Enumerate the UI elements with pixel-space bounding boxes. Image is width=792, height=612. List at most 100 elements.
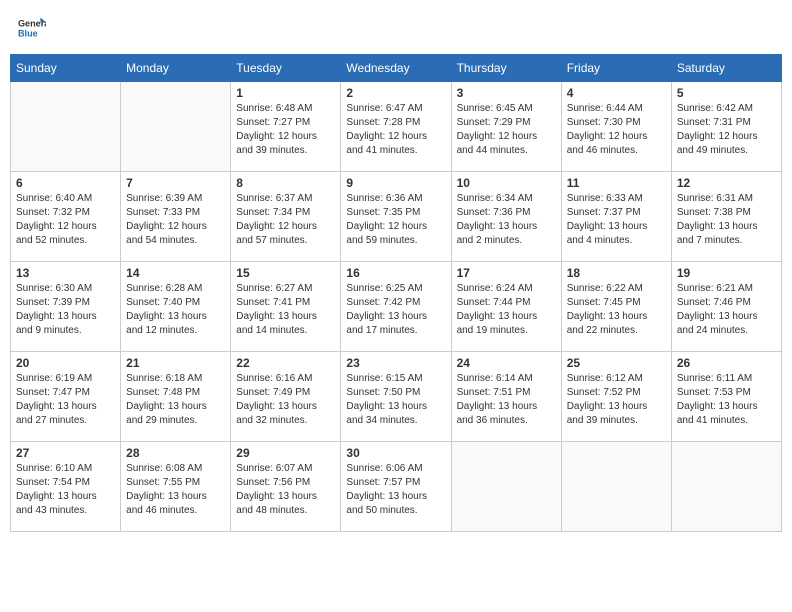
calendar-cell: 28 Sunrise: 6:08 AMSunset: 7:55 PMDayligh…	[121, 442, 231, 532]
day-detail: Sunrise: 6:12 AMSunset: 7:52 PMDaylight:…	[567, 372, 666, 428]
calendar-cell: 30Sunrise: 6:06 AMSunset: 7:57 PMDayligh…	[341, 442, 451, 532]
day-number: 30	[346, 446, 445, 460]
logo: General Blue	[18, 14, 48, 42]
day-number: 26	[677, 356, 776, 370]
calendar-cell: 15 Sunrise: 6:27 AMSunset: 7:41 PMDayligh…	[231, 262, 341, 352]
calendar-cell: 2 Sunrise: 6:47 AMSunset: 7:28 PMDaylight…	[341, 82, 451, 172]
logo-icon: General Blue	[18, 14, 46, 42]
day-number: 18	[567, 266, 666, 280]
day-number: 14	[126, 266, 225, 280]
calendar-cell	[11, 82, 121, 172]
calendar-week-row: 1 Sunrise: 6:48 AMSunset: 7:27 PMDaylight…	[11, 82, 782, 172]
calendar-cell	[121, 82, 231, 172]
calendar-cell: 20Sunrise: 6:19 AMSunset: 7:47 PMDayligh…	[11, 352, 121, 442]
day-number: 23	[346, 356, 445, 370]
day-number: 13	[16, 266, 115, 280]
calendar-header-row: SundayMondayTuesdayWednesdayThursdayFrid…	[11, 55, 782, 82]
column-header-friday: Friday	[561, 55, 671, 82]
calendar-week-row: 6 Sunrise: 6:40 AMSunset: 7:32 PMDaylight…	[11, 172, 782, 262]
day-detail: Sunrise: 6:15 AMSunset: 7:50 PMDaylight:…	[346, 372, 445, 428]
day-number: 28	[126, 446, 225, 460]
day-number: 21	[126, 356, 225, 370]
calendar-cell: 26 Sunrise: 6:11 AMSunset: 7:53 PMDayligh…	[671, 352, 781, 442]
calendar-cell: 29 Sunrise: 6:07 AMSunset: 7:56 PMDayligh…	[231, 442, 341, 532]
day-detail: Sunrise: 6:24 AMSunset: 7:44 PMDaylight:…	[457, 282, 556, 338]
calendar-table: SundayMondayTuesdayWednesdayThursdayFrid…	[10, 54, 782, 532]
calendar-cell: 11 Sunrise: 6:33 AMSunset: 7:37 PMDayligh…	[561, 172, 671, 262]
calendar-cell: 4 Sunrise: 6:44 AMSunset: 7:30 PMDaylight…	[561, 82, 671, 172]
calendar-cell: 14 Sunrise: 6:28 AMSunset: 7:40 PMDayligh…	[121, 262, 231, 352]
day-number: 4	[567, 86, 666, 100]
calendar-cell: 24 Sunrise: 6:14 AMSunset: 7:51 PMDayligh…	[451, 352, 561, 442]
column-header-saturday: Saturday	[671, 55, 781, 82]
calendar-cell: 1 Sunrise: 6:48 AMSunset: 7:27 PMDaylight…	[231, 82, 341, 172]
column-header-thursday: Thursday	[451, 55, 561, 82]
calendar-cell	[451, 442, 561, 532]
day-detail: Sunrise: 6:33 AMSunset: 7:37 PMDaylight:…	[567, 192, 666, 248]
day-number: 3	[457, 86, 556, 100]
calendar-cell: 13 Sunrise: 6:30 AMSunset: 7:39 PMDayligh…	[11, 262, 121, 352]
day-detail: Sunrise: 6:45 AMSunset: 7:29 PMDaylight:…	[457, 102, 556, 158]
day-detail: Sunrise: 6:47 AMSunset: 7:28 PMDaylight:…	[346, 102, 445, 158]
day-number: 29	[236, 446, 335, 460]
page-header: General Blue	[10, 10, 782, 46]
day-detail: Sunrise: 6:48 AMSunset: 7:27 PMDaylight:…	[236, 102, 335, 158]
day-detail: Sunrise: 6:37 AMSunset: 7:34 PMDaylight:…	[236, 192, 335, 248]
calendar-cell: 6 Sunrise: 6:40 AMSunset: 7:32 PMDaylight…	[11, 172, 121, 262]
day-detail: Sunrise: 6:25 AMSunset: 7:42 PMDaylight:…	[346, 282, 445, 338]
day-detail: Sunrise: 6:30 AMSunset: 7:39 PMDaylight:…	[16, 282, 115, 338]
day-number: 24	[457, 356, 556, 370]
day-detail: Sunrise: 6:07 AMSunset: 7:56 PMDaylight:…	[236, 462, 335, 518]
day-detail: Sunrise: 6:40 AMSunset: 7:32 PMDaylight:…	[16, 192, 115, 248]
day-number: 6	[16, 176, 115, 190]
calendar-cell: 22 Sunrise: 6:16 AMSunset: 7:49 PMDayligh…	[231, 352, 341, 442]
calendar-cell: 3 Sunrise: 6:45 AMSunset: 7:29 PMDaylight…	[451, 82, 561, 172]
day-detail: Sunrise: 6:16 AMSunset: 7:49 PMDaylight:…	[236, 372, 335, 428]
calendar-cell: 16Sunrise: 6:25 AMSunset: 7:42 PMDayligh…	[341, 262, 451, 352]
column-header-sunday: Sunday	[11, 55, 121, 82]
day-number: 1	[236, 86, 335, 100]
day-detail: Sunrise: 6:22 AMSunset: 7:45 PMDaylight:…	[567, 282, 666, 338]
day-number: 7	[126, 176, 225, 190]
calendar-cell: 19 Sunrise: 6:21 AMSunset: 7:46 PMDayligh…	[671, 262, 781, 352]
calendar-cell: 17 Sunrise: 6:24 AMSunset: 7:44 PMDayligh…	[451, 262, 561, 352]
calendar-cell: 25 Sunrise: 6:12 AMSunset: 7:52 PMDayligh…	[561, 352, 671, 442]
calendar-cell: 8Sunrise: 6:37 AMSunset: 7:34 PMDaylight…	[231, 172, 341, 262]
calendar-cell: 12 Sunrise: 6:31 AMSunset: 7:38 PMDayligh…	[671, 172, 781, 262]
day-number: 10	[457, 176, 556, 190]
day-detail: Sunrise: 6:31 AMSunset: 7:38 PMDaylight:…	[677, 192, 776, 248]
day-detail: Sunrise: 6:08 AMSunset: 7:55 PMDaylight:…	[126, 462, 225, 518]
calendar-week-row: 27Sunrise: 6:10 AMSunset: 7:54 PMDayligh…	[11, 442, 782, 532]
calendar-cell: 10 Sunrise: 6:34 AMSunset: 7:36 PMDayligh…	[451, 172, 561, 262]
day-detail: Sunrise: 6:21 AMSunset: 7:46 PMDaylight:…	[677, 282, 776, 338]
day-detail: Sunrise: 6:34 AMSunset: 7:36 PMDaylight:…	[457, 192, 556, 248]
calendar-cell	[671, 442, 781, 532]
day-number: 17	[457, 266, 556, 280]
svg-text:Blue: Blue	[18, 28, 38, 38]
day-number: 12	[677, 176, 776, 190]
day-number: 22	[236, 356, 335, 370]
day-number: 25	[567, 356, 666, 370]
column-header-monday: Monday	[121, 55, 231, 82]
day-number: 5	[677, 86, 776, 100]
calendar-cell: 21 Sunrise: 6:18 AMSunset: 7:48 PMDayligh…	[121, 352, 231, 442]
day-detail: Sunrise: 6:28 AMSunset: 7:40 PMDaylight:…	[126, 282, 225, 338]
day-number: 15	[236, 266, 335, 280]
day-number: 9	[346, 176, 445, 190]
calendar-cell: 5 Sunrise: 6:42 AMSunset: 7:31 PMDaylight…	[671, 82, 781, 172]
calendar-week-row: 13 Sunrise: 6:30 AMSunset: 7:39 PMDayligh…	[11, 262, 782, 352]
day-detail: Sunrise: 6:42 AMSunset: 7:31 PMDaylight:…	[677, 102, 776, 158]
calendar-cell: 27Sunrise: 6:10 AMSunset: 7:54 PMDayligh…	[11, 442, 121, 532]
day-detail: Sunrise: 6:44 AMSunset: 7:30 PMDaylight:…	[567, 102, 666, 158]
day-number: 11	[567, 176, 666, 190]
day-detail: Sunrise: 6:27 AMSunset: 7:41 PMDaylight:…	[236, 282, 335, 338]
calendar-cell: 23 Sunrise: 6:15 AMSunset: 7:50 PMDayligh…	[341, 352, 451, 442]
day-detail: Sunrise: 6:11 AMSunset: 7:53 PMDaylight:…	[677, 372, 776, 428]
day-detail: Sunrise: 6:18 AMSunset: 7:48 PMDaylight:…	[126, 372, 225, 428]
calendar-cell: 18 Sunrise: 6:22 AMSunset: 7:45 PMDayligh…	[561, 262, 671, 352]
day-detail: Sunrise: 6:14 AMSunset: 7:51 PMDaylight:…	[457, 372, 556, 428]
column-header-tuesday: Tuesday	[231, 55, 341, 82]
day-number: 2	[346, 86, 445, 100]
day-number: 19	[677, 266, 776, 280]
calendar-cell	[561, 442, 671, 532]
